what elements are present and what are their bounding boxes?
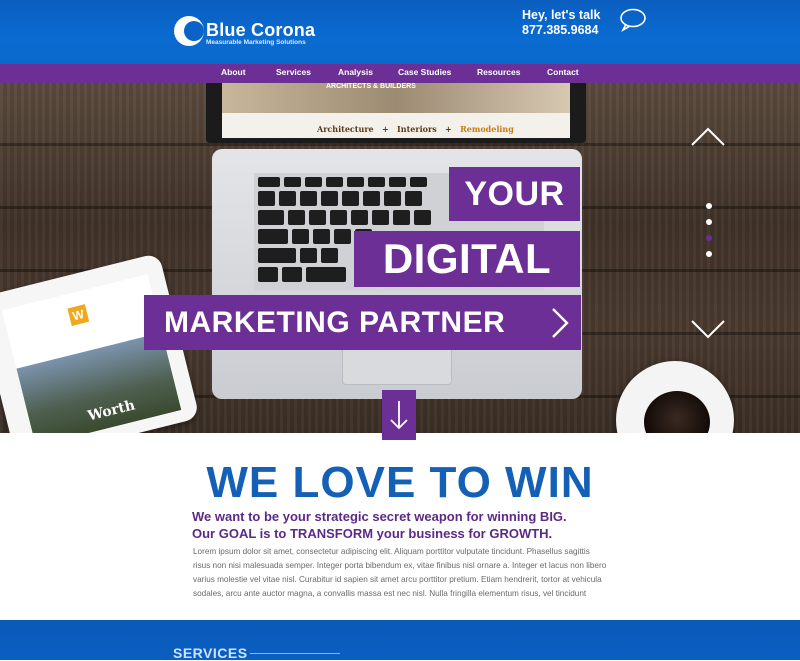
- chevron-right-icon[interactable]: [549, 307, 571, 339]
- intro-paragraph: Lorem ipsum dolor sit amet, consectetur …: [193, 547, 607, 598]
- logo-tagline: Measurable Marketing Solutions: [206, 39, 306, 46]
- arrow-down-icon: [390, 401, 408, 430]
- hero-tag-marketing-label: MARKETING PARTNER: [164, 306, 506, 339]
- sub-headline: We want to be your strategic secret weap…: [192, 508, 612, 542]
- nav-analysis[interactable]: Analysis: [338, 67, 373, 77]
- laptop-screen: ARCHITECTS & BUILDERS Architecture + Int…: [206, 83, 586, 143]
- laptop-screen-content: ARCHITECTS & BUILDERS Architecture + Int…: [222, 83, 570, 138]
- slider-dot-4[interactable]: [706, 251, 712, 257]
- nav-services[interactable]: Services: [276, 67, 311, 77]
- hero-tag-your: YOUR: [449, 167, 580, 221]
- slider-dot-2[interactable]: [706, 219, 712, 225]
- laptop-site-banner: ARCHITECTS & BUILDERS: [222, 83, 570, 113]
- page-headline: WE LOVE TO WIN: [206, 458, 594, 507]
- hero-tag-digital: DIGITAL: [354, 231, 580, 287]
- slider-dot-3[interactable]: [706, 235, 712, 241]
- laptop-site-links: Architecture + Interiors + Remodeling: [317, 124, 514, 134]
- services-heading: SERVICES: [173, 645, 248, 661]
- services-divider: [250, 653, 340, 654]
- slider-next-chevron-down-icon[interactable]: [690, 319, 726, 339]
- coffee-liquid: [644, 391, 710, 433]
- laptop-link-architecture: Architecture: [317, 124, 374, 134]
- hero-tag-marketing-partner[interactable]: MARKETING PARTNER: [144, 295, 581, 350]
- nav-case-studies[interactable]: Case Studies: [398, 67, 451, 77]
- services-band: SERVICES: [0, 620, 800, 661]
- logo[interactable]: Blue Corona Measurable Marketing Solutio…: [174, 16, 315, 48]
- slider-prev-chevron-up-icon[interactable]: [690, 127, 726, 147]
- sub-headline-line2: Our GOAL is to TRANSFORM your business f…: [192, 526, 553, 541]
- logo-icon: [174, 16, 204, 46]
- laptop-link-remodeling: Remodeling: [460, 124, 514, 134]
- hero-slider: ARCHITECTS & BUILDERS Architecture + Int…: [0, 83, 800, 433]
- slider-dot-1[interactable]: [706, 203, 712, 209]
- contact-phone[interactable]: 877.385.9684: [522, 23, 598, 37]
- logo-text: Blue Corona: [206, 20, 316, 40]
- main-nav: About Services Analysis Case Studies Res…: [0, 64, 800, 83]
- laptop-site-label: ARCHITECTS & BUILDERS: [326, 83, 416, 90]
- contact-block[interactable]: Hey, let's talk 877.385.9684: [522, 8, 646, 44]
- scroll-down-button[interactable]: [382, 390, 416, 440]
- sub-headline-line1: We want to be your strategic secret weap…: [192, 509, 567, 524]
- nav-resources[interactable]: Resources: [477, 67, 520, 77]
- laptop-link-interiors: Interiors: [397, 124, 437, 134]
- contact-prompt: Hey, let's talk: [522, 8, 601, 22]
- nav-about[interactable]: About: [221, 67, 246, 77]
- tablet-logo-icon: W: [67, 304, 90, 326]
- coffee-cup: [616, 361, 734, 433]
- nav-contact[interactable]: Contact: [547, 67, 579, 77]
- chat-bubble-icon[interactable]: [619, 8, 646, 32]
- site-header: Blue Corona Measurable Marketing Solutio…: [0, 0, 800, 64]
